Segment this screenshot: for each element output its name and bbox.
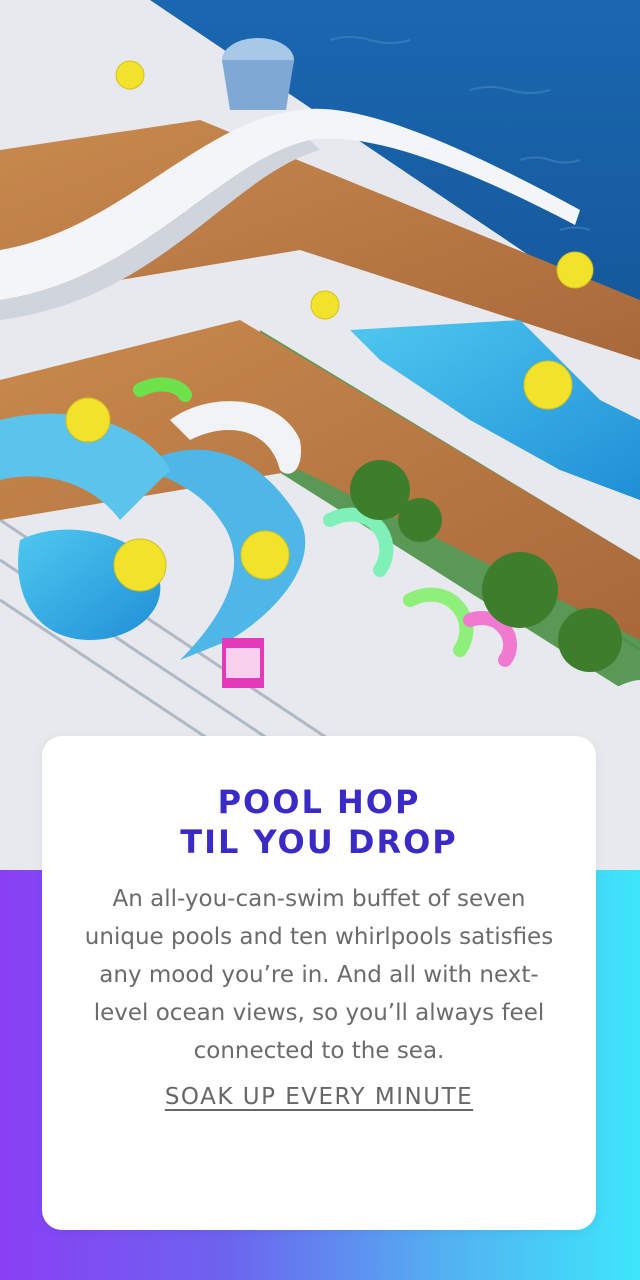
body-paragraph: An all-you-can-swim buffet of seven uniq…: [84, 886, 554, 1064]
soak-up-every-minute-link[interactable]: SOAK UP EVERY MINUTE: [165, 1084, 473, 1110]
headline: POOL HOP TIL YOU DROP: [42, 782, 596, 862]
headline-line-1: POOL HOP: [217, 783, 421, 821]
headline-line-2: TIL YOU DROP: [180, 823, 458, 861]
email-page: POOL HOP TIL YOU DROP An all-you-can-swi…: [0, 0, 640, 1280]
content-card: POOL HOP TIL YOU DROP An all-you-can-swi…: [42, 736, 596, 1230]
